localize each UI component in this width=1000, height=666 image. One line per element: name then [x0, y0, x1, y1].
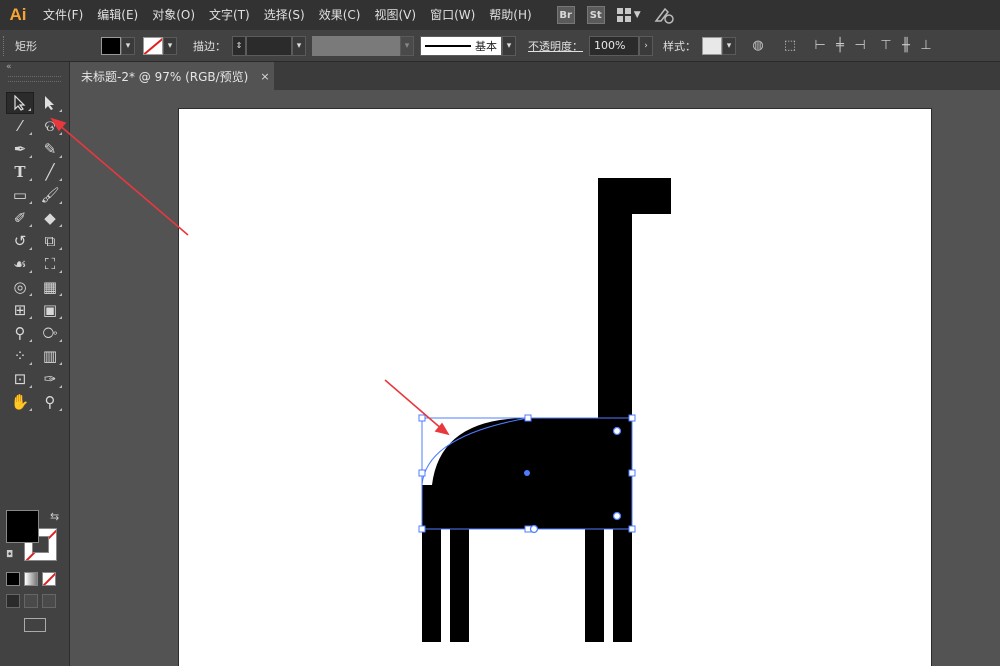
- annotation-arrow-canvas: [384, 379, 450, 436]
- head[interactable]: [598, 178, 671, 214]
- leg-front-right[interactable]: [450, 528, 469, 642]
- artwork-layer: [50, 117, 671, 642]
- fill-color-box[interactable]: [6, 510, 39, 543]
- leg-back-left[interactable]: [585, 528, 604, 642]
- leg-back-right[interactable]: [613, 528, 632, 642]
- illustrator-window: Ai 文件(F) 编辑(E) 对象(O) 文字(T) 选择(S) 效果(C) 视…: [0, 0, 1000, 666]
- leg-front-left[interactable]: [422, 528, 441, 642]
- center-point: [524, 470, 530, 476]
- annotation-arrow-top: [50, 117, 189, 236]
